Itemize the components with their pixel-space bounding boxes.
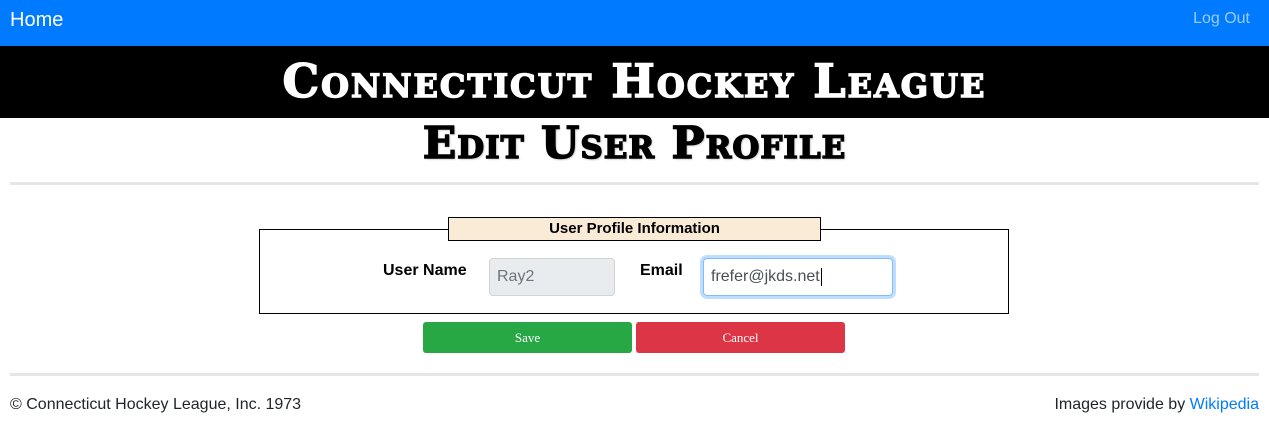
top-divider xyxy=(10,182,1259,185)
profile-fieldset xyxy=(259,229,1009,314)
save-button[interactable]: Save xyxy=(423,322,632,353)
text-caret xyxy=(820,267,822,286)
footer-copyright: © Connecticut Hockey League, Inc. 1973 xyxy=(10,396,302,413)
cancel-button[interactable]: Cancel xyxy=(636,322,845,353)
username-value: Ray2 xyxy=(497,268,535,285)
league-title: Connecticut Hockey League xyxy=(282,54,987,108)
home-link[interactable]: Home xyxy=(10,8,63,32)
page-title: Edit User Profile xyxy=(422,118,847,169)
profile-fieldset-legend: User Profile Information xyxy=(448,217,821,241)
username-label: User Name xyxy=(383,262,467,279)
email-label: Email xyxy=(640,262,683,279)
email-value: frefer@jkds.net xyxy=(711,268,820,285)
logout-link[interactable]: Log Out xyxy=(1193,9,1250,29)
footer-credit: Images provide by Wikipedia xyxy=(1054,395,1259,415)
email-field[interactable]: frefer@jkds.net xyxy=(703,258,893,296)
bottom-divider xyxy=(10,373,1259,376)
wikipedia-link[interactable]: Wikipedia xyxy=(1190,396,1259,413)
username-field[interactable]: Ray2 xyxy=(489,258,615,296)
footer-credit-text: Images provide by xyxy=(1054,396,1186,413)
top-navbar: Home Log Out xyxy=(0,0,1269,46)
league-banner: Connecticut Hockey League xyxy=(0,46,1269,118)
